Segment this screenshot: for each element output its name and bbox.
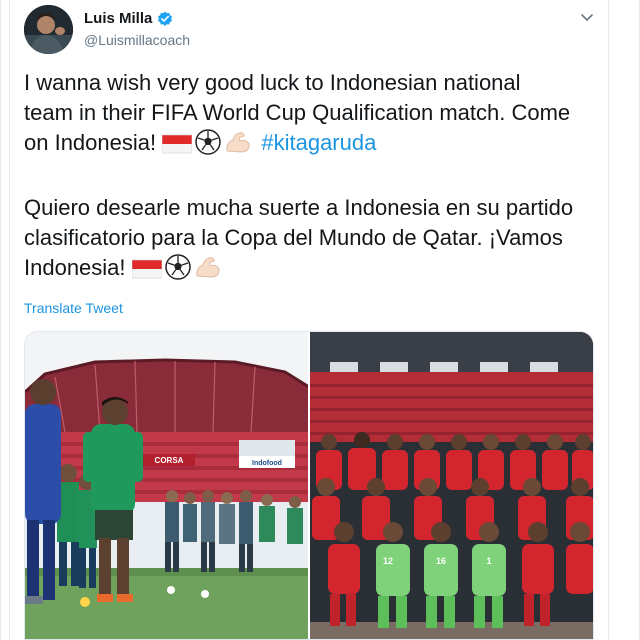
svg-text:12: 12 [383, 556, 393, 566]
svg-text:1: 1 [486, 556, 491, 566]
tweet-line-es-3-text: Indonesia! [24, 255, 126, 280]
soccer-ball-icon [164, 254, 191, 288]
avatar[interactable] [24, 5, 73, 54]
tweet-text: I wanna wish very good luck to Indonesia… [24, 68, 604, 288]
tweet-line-en-2: team in their FIFA World Cup Qualificati… [24, 100, 571, 125]
display-name[interactable]: Luis Milla [84, 10, 152, 27]
svg-text:16: 16 [436, 556, 446, 566]
hashtag-link[interactable]: #kitagaruda [261, 130, 376, 155]
indonesia-flag-icon [131, 258, 162, 288]
translate-tweet-link[interactable]: Translate Tweet [24, 300, 123, 316]
tweet-line-en-1: I wanna wish very good luck to Indonesia… [24, 70, 521, 95]
author-handle[interactable]: @Luismillacoach [84, 32, 190, 48]
sign-corsa: CORSA [155, 456, 184, 465]
photo-team[interactable]: 12 16 1 [310, 332, 593, 639]
chevron-down-icon[interactable] [579, 9, 595, 25]
tweet-line-es-3: Indonesia! [24, 253, 604, 288]
photo-training[interactable]: CORSA Indofood [25, 332, 308, 639]
flexed-biceps-icon [224, 129, 252, 163]
tweet-line-en-3-text: on Indonesia! [24, 130, 157, 155]
soccer-ball-icon [195, 129, 221, 163]
tweet-line-es-1: Quiero desearle mucha suerte a Indonesia… [24, 195, 574, 220]
sign-indofood: Indofood [252, 460, 282, 467]
tweet-card[interactable]: Luis Milla @Luismillacoach I wanna wish … [0, 0, 640, 640]
flexed-biceps-icon [194, 254, 222, 288]
tweet-line-en-3: on Indonesia! #kitagaruda [24, 128, 604, 163]
border-left [9, 0, 10, 640]
media-grid: CORSA Indofood 12 16 1 [24, 331, 594, 640]
author-name-row[interactable]: Luis Milla [84, 10, 173, 27]
indonesia-flag-icon [161, 133, 193, 163]
border-right [608, 0, 609, 640]
tweet-line-es-2: clasificatorio para la Copa del Mundo de… [24, 225, 563, 250]
verified-badge-icon [157, 11, 173, 27]
